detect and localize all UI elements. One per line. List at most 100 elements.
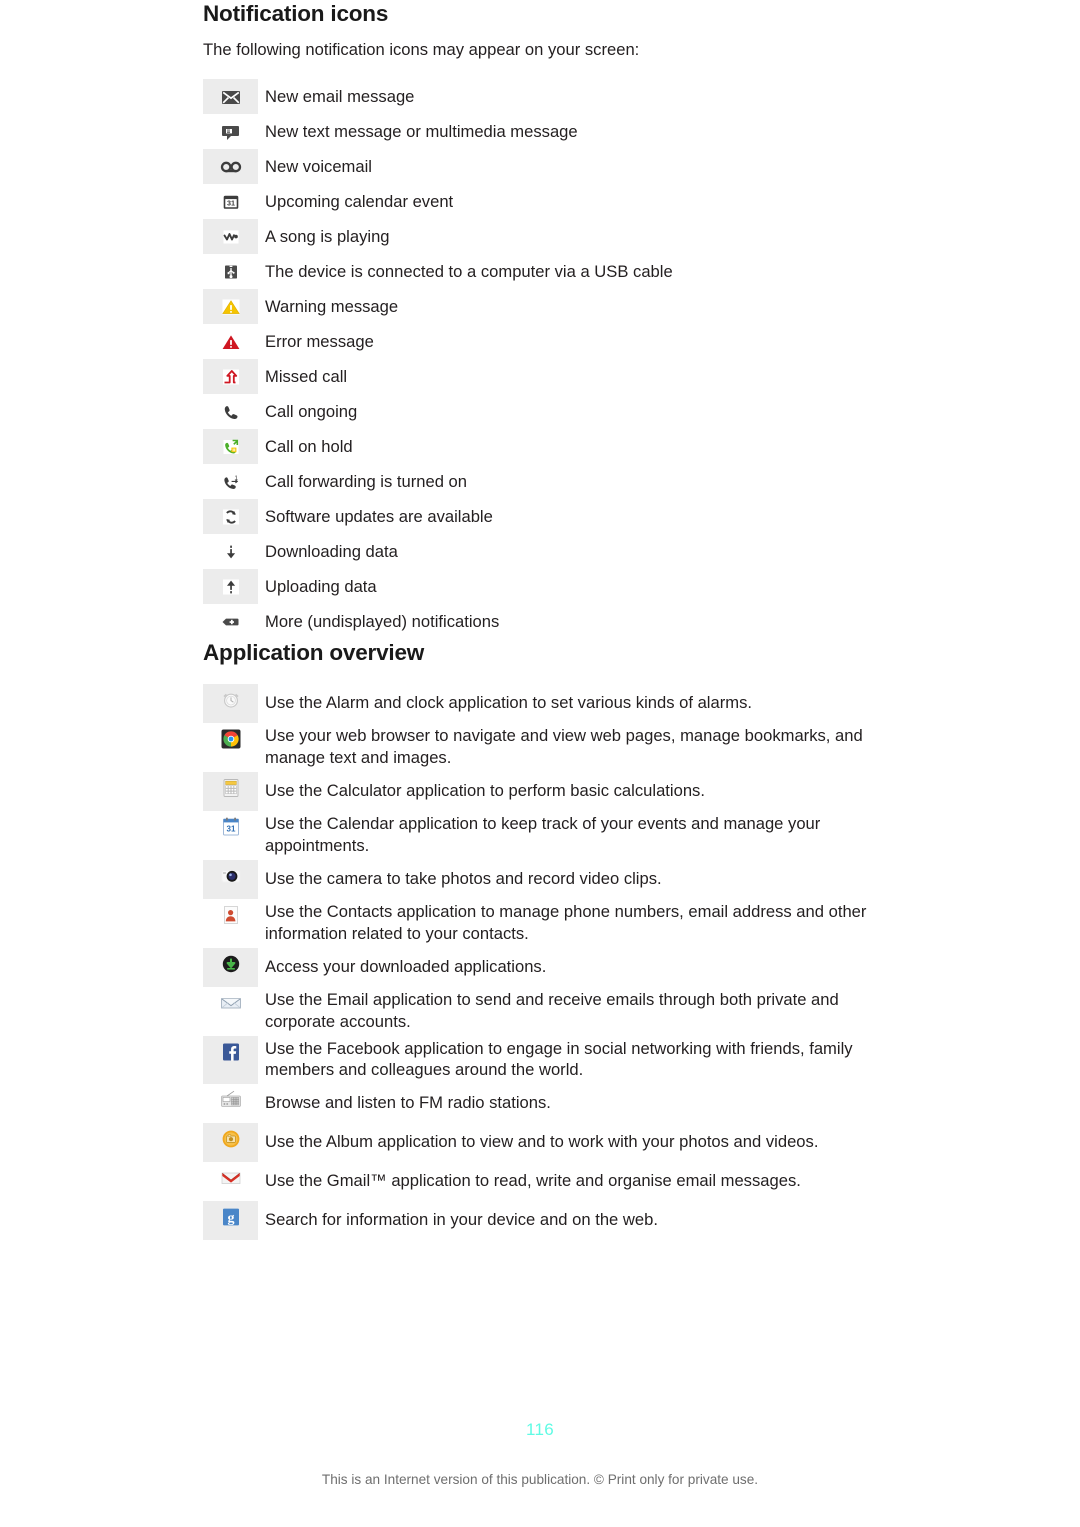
- calendar-31-icon: 31: [218, 189, 244, 215]
- notification-intro-text: The following notification icons may app…: [203, 40, 640, 59]
- application-icon-cell: [203, 987, 258, 1036]
- missed-call-icon: [218, 364, 244, 390]
- alarm-clock-icon: [219, 688, 243, 712]
- error-triangle-icon: [218, 329, 244, 355]
- table-row: g Search for information in your device …: [203, 1201, 893, 1241]
- application-icon-cell: [203, 723, 258, 772]
- table-row: New text message or multimedia message: [203, 114, 893, 150]
- application-label: Browse and listen to FM radio stations.: [258, 1084, 893, 1124]
- table-row: New voicemail: [203, 149, 893, 185]
- notification-icon-cell: [203, 604, 258, 639]
- table-row: 1 Call forwarding is turned on: [203, 464, 893, 500]
- svg-text:31: 31: [226, 825, 235, 834]
- contacts-icon: [219, 903, 243, 927]
- notification-label: New text message or multimedia message: [258, 114, 893, 150]
- svg-text:g: g: [227, 1211, 234, 1226]
- application-icon-cell: g: [203, 1201, 258, 1241]
- notification-icon-cell: [203, 534, 258, 569]
- table-row: Use the Calculator application to perfor…: [203, 772, 893, 812]
- svg-text:31: 31: [227, 198, 235, 207]
- application-overview-heading: Application overview: [203, 640, 425, 666]
- application-label: Use the Calculator application to perfor…: [258, 772, 893, 812]
- calendar-icon: 31: [219, 815, 243, 839]
- voicemail-icon: [218, 154, 244, 180]
- call-on-hold-icon: [218, 434, 244, 460]
- notification-icon-cell: [203, 359, 258, 395]
- application-label: Access your downloaded applications.: [258, 947, 893, 987]
- table-row: Warning message: [203, 289, 893, 325]
- calculator-icon: [219, 776, 243, 800]
- gmail-icon: [219, 1166, 243, 1190]
- table-row: Use the camera to take photos and record…: [203, 859, 893, 899]
- music-note-icon: [218, 224, 244, 250]
- application-icon-cell: [203, 1123, 258, 1163]
- table-row: Error message: [203, 324, 893, 360]
- page-number: 116: [525, 1420, 554, 1439]
- table-row: Use the Gmail™ application to read, writ…: [203, 1162, 893, 1202]
- notification-label: A song is playing: [258, 219, 893, 255]
- upload-arrow-icon: [218, 574, 244, 600]
- table-row: The device is connected to a computer vi…: [203, 254, 893, 290]
- notification-label: Call ongoing: [258, 394, 893, 430]
- notification-icon-cell: [203, 219, 258, 255]
- software-update-icon: [218, 504, 244, 530]
- table-row: 31 Upcoming calendar event: [203, 184, 893, 220]
- notification-icon-cell: 31: [203, 184, 258, 219]
- footer-note: This is an Internet version of this publ…: [321, 1472, 759, 1487]
- notification-label: Downloading data: [258, 534, 893, 570]
- notification-label: More (undisplayed) notifications: [258, 604, 893, 640]
- table-row: 31 Use the Calendar application to keep …: [203, 811, 893, 860]
- call-forwarding-icon: 1: [218, 469, 244, 495]
- application-label: Use the Alarm and clock application to s…: [258, 684, 893, 724]
- notification-icon-cell: [203, 499, 258, 535]
- notification-label: Software updates are available: [258, 499, 893, 535]
- table-row: More (undisplayed) notifications: [203, 604, 893, 640]
- table-row: Software updates are available: [203, 499, 893, 535]
- notification-label: The device is connected to a computer vi…: [258, 254, 893, 290]
- table-row: Use the Contacts application to manage p…: [203, 898, 893, 948]
- notification-label: Call on hold: [258, 429, 893, 465]
- application-icon-cell: [203, 899, 258, 948]
- application-label: Use the Contacts application to manage p…: [258, 898, 893, 948]
- application-icon-cell: [203, 1035, 258, 1085]
- email-icon: [218, 84, 244, 110]
- fm-radio-icon: [219, 1088, 243, 1112]
- downloads-icon: [219, 952, 243, 976]
- application-icon-cell: [203, 772, 258, 812]
- call-ongoing-icon: [218, 399, 244, 425]
- notification-icon-cell: [203, 429, 258, 465]
- table-row: Use your web browser to navigate and vie…: [203, 723, 893, 773]
- notification-icons-heading: Notification icons: [203, 1, 389, 26]
- application-label: Use the Calendar application to keep tra…: [258, 811, 893, 860]
- album-icon: [219, 1127, 243, 1151]
- notification-label: Error message: [258, 324, 893, 360]
- notification-icon-cell: [203, 114, 258, 149]
- email-envelope-icon: [219, 991, 243, 1015]
- application-icon-cell: [203, 684, 258, 724]
- application-label: Use the Email application to send and re…: [258, 986, 893, 1036]
- notification-label: Uploading data: [258, 569, 893, 605]
- application-icon-cell: [203, 1162, 258, 1201]
- table-row: Missed call: [203, 359, 893, 395]
- table-row: A song is playing: [203, 219, 893, 255]
- notification-label: Call forwarding is turned on: [258, 464, 893, 500]
- application-overview-table: Use the Alarm and clock application to s…: [203, 684, 893, 1241]
- table-row: Browse and listen to FM radio stations.: [203, 1084, 893, 1124]
- camera-icon: [219, 864, 243, 888]
- notification-icon-cell: [203, 394, 258, 429]
- table-row: Use the Alarm and clock application to s…: [203, 684, 893, 724]
- notification-icons-table: New email message New text message or mu…: [203, 79, 893, 640]
- notification-icon-cell: 1: [203, 464, 258, 499]
- more-notifications-icon: [218, 609, 244, 635]
- notification-label: Missed call: [258, 359, 893, 395]
- notification-label: New email message: [258, 79, 893, 115]
- web-browser-icon: [219, 727, 243, 751]
- notification-icon-cell: [203, 254, 258, 289]
- table-row: Uploading data: [203, 569, 893, 605]
- page-content: Notification icons The following notific…: [203, 0, 903, 1241]
- application-icon-cell: [203, 859, 258, 899]
- notification-icon-cell: [203, 79, 258, 115]
- table-row: Call ongoing: [203, 394, 893, 430]
- application-icon-cell: [203, 947, 258, 987]
- application-label: Use your web browser to navigate and vie…: [258, 723, 893, 773]
